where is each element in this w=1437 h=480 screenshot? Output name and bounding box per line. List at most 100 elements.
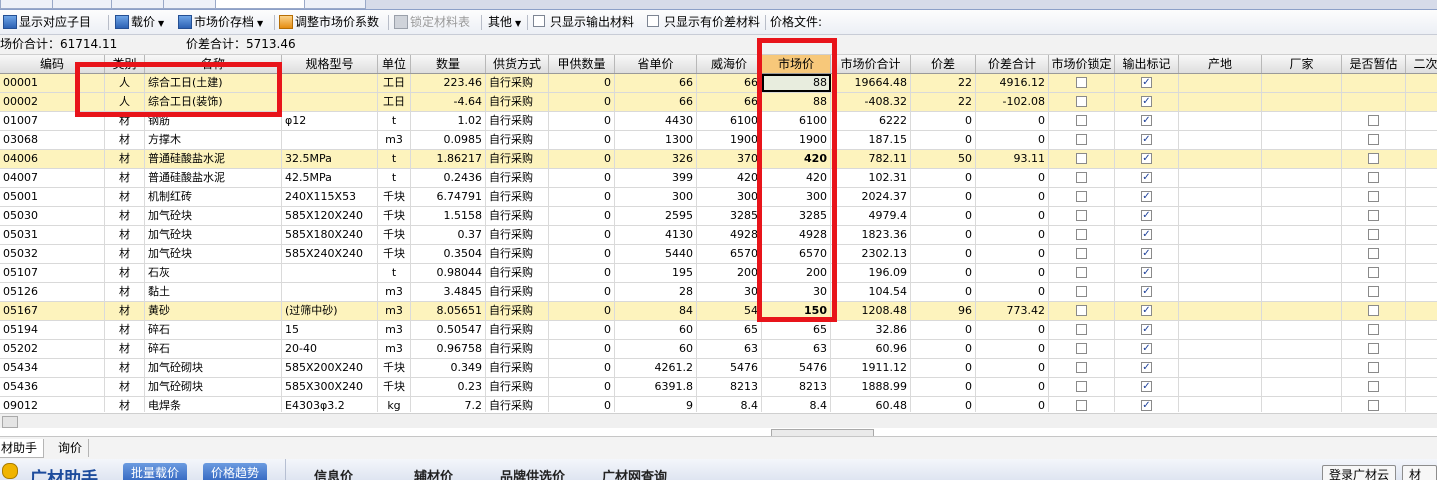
col-market-price-cell[interactable]: 63 — [762, 340, 831, 358]
table-row[interactable]: 05030 材加气砼块 585X120X240 千块 1.5158 自行采购 0 2595 32… — [0, 207, 1437, 226]
col-code-cell[interactable]: 05001 — [0, 188, 105, 206]
checkbox-icon[interactable] — [1076, 77, 1087, 88]
checked-checkbox-icon[interactable]: ✓ — [1141, 134, 1152, 145]
checkbox-icon[interactable] — [1368, 172, 1379, 183]
col-maker-cell[interactable] — [1262, 226, 1342, 244]
col-prov-price-cell[interactable]: 4430 — [615, 112, 697, 130]
checkbox-icon[interactable] — [1368, 343, 1379, 354]
col-output-cell[interactable]: ✓ — [1115, 74, 1179, 92]
checked-checkbox-icon[interactable]: ✓ — [1141, 210, 1152, 221]
col-maker-cell[interactable] — [1262, 302, 1342, 320]
col-output-cell[interactable]: ✓ — [1115, 169, 1179, 187]
col-spec-cell[interactable]: 585X180X240 — [282, 226, 378, 244]
col-lock-cell[interactable] — [1049, 264, 1115, 282]
col-diff-cell[interactable]: 0 — [911, 245, 976, 263]
col-second-cell[interactable] — [1406, 150, 1437, 168]
col-code-cell[interactable]: 01007 — [0, 112, 105, 130]
col-qty-cell[interactable]: 0.98044 — [411, 264, 486, 282]
tab-partial-4[interactable] — [163, 0, 221, 9]
col-name-cell[interactable]: 加气砼块 — [145, 226, 282, 244]
col-maker-cell[interactable] — [1262, 74, 1342, 92]
col-market-price-cell[interactable]: 8213 — [762, 378, 831, 396]
col-name-cell[interactable]: 石灰 — [145, 264, 282, 282]
col-diff-total-cell[interactable]: 0 — [976, 131, 1049, 149]
col-spec-cell[interactable] — [282, 93, 378, 111]
col-supply-cell[interactable]: 自行采购 — [486, 150, 549, 168]
checkbox-icon[interactable] — [1368, 191, 1379, 202]
col-spec-cell[interactable]: 20-40 — [282, 340, 378, 358]
col-unit-cell[interactable]: t — [378, 150, 411, 168]
col-weihai-price-cell[interactable]: 3285 — [697, 207, 762, 225]
checkbox-icon[interactable] — [1076, 362, 1087, 373]
col-output-cell[interactable]: ✓ — [1115, 378, 1179, 396]
col-lock-cell[interactable] — [1049, 321, 1115, 339]
col-lock-cell[interactable] — [1049, 397, 1115, 412]
col-diff-total-cell[interactable]: 773.42 — [976, 302, 1049, 320]
col-prov-price-cell[interactable]: 28 — [615, 283, 697, 301]
checked-checkbox-icon[interactable]: ✓ — [1141, 229, 1152, 240]
col-code-cell[interactable]: 05436 — [0, 378, 105, 396]
col-lock-cell[interactable] — [1049, 207, 1115, 225]
col-market-total-cell[interactable]: 782.11 — [831, 150, 911, 168]
col-market-price-cell[interactable]: 6100 — [762, 112, 831, 130]
col-name-cell[interactable]: 电焊条 — [145, 397, 282, 412]
col-weihai-price-cell[interactable]: 66 — [697, 74, 762, 92]
col-market-price-cell[interactable]: 3285 — [762, 207, 831, 225]
col-type-cell[interactable]: 人 — [105, 93, 145, 111]
tab-partial-2[interactable] — [52, 0, 117, 9]
checked-checkbox-icon[interactable]: ✓ — [1141, 191, 1152, 202]
col-maker-cell[interactable] — [1262, 93, 1342, 111]
col-unit-cell[interactable]: m3 — [378, 340, 411, 358]
col-origin-cell[interactable] — [1179, 359, 1262, 377]
checkbox-icon[interactable] — [1368, 362, 1379, 373]
col-market-price-cell[interactable]: 88 — [762, 74, 831, 92]
col-code-cell[interactable]: 00002 — [0, 93, 105, 111]
col-prov-price-cell[interactable]: 84 — [615, 302, 697, 320]
col-spec-cell[interactable]: 240X115X53 — [282, 188, 378, 206]
col-estimate-cell[interactable] — [1342, 397, 1406, 412]
col-prov-price-header[interactable]: 省单价 — [615, 55, 697, 73]
col-name-cell[interactable]: 碎石 — [145, 340, 282, 358]
col-origin-cell[interactable] — [1179, 112, 1262, 130]
col-type-cell[interactable]: 材 — [105, 226, 145, 244]
col-diff-header[interactable]: 价差 — [911, 55, 976, 73]
col-qty-cell[interactable]: 6.74791 — [411, 188, 486, 206]
col-unit-cell[interactable]: 工日 — [378, 93, 411, 111]
checkbox-icon[interactable] — [1368, 153, 1379, 164]
col-lock-cell[interactable] — [1049, 359, 1115, 377]
col-jia-qty-cell[interactable]: 0 — [549, 150, 615, 168]
col-lock-cell[interactable] — [1049, 245, 1115, 263]
col-diff-cell[interactable]: 50 — [911, 150, 976, 168]
checkbox-icon[interactable] — [1368, 324, 1379, 335]
col-qty-cell[interactable]: 0.96758 — [411, 340, 486, 358]
col-second-cell[interactable] — [1406, 207, 1437, 225]
tab-special-price[interactable]: 辅材价 — [414, 466, 453, 480]
material-button[interactable]: 材料 — [1402, 465, 1437, 480]
col-spec-cell[interactable]: 42.5MPa — [282, 169, 378, 187]
tab-info-price[interactable]: 信息价 — [314, 466, 353, 480]
col-market-price-cell[interactable]: 88 — [762, 93, 831, 111]
col-lock-cell[interactable] — [1049, 226, 1115, 244]
col-diff-total-cell[interactable]: -102.08 — [976, 93, 1049, 111]
checkbox-icon[interactable] — [1076, 343, 1087, 354]
checked-checkbox-icon[interactable]: ✓ — [1141, 115, 1152, 126]
col-unit-cell[interactable]: 千块 — [378, 188, 411, 206]
col-market-total-cell[interactable]: 32.86 — [831, 321, 911, 339]
col-name-cell[interactable]: 普通硅酸盐水泥 — [145, 169, 282, 187]
col-prov-price-cell[interactable]: 1300 — [615, 131, 697, 149]
col-diff-total-cell[interactable]: 4916.12 — [976, 74, 1049, 92]
col-output-cell[interactable]: ✓ — [1115, 207, 1179, 225]
col-lock-cell[interactable] — [1049, 131, 1115, 149]
col-output-cell[interactable]: ✓ — [1115, 340, 1179, 358]
col-weihai-price-cell[interactable]: 8213 — [697, 378, 762, 396]
col-qty-cell[interactable]: 0.3504 — [411, 245, 486, 263]
col-weihai-price-cell[interactable]: 300 — [697, 188, 762, 206]
col-diff-cell[interactable]: 0 — [911, 359, 976, 377]
table-row[interactable]: 09012 材电焊条 E4303φ3.2 kg 7.2 自行采购 0 9 8.4 8.4 60.48… — [0, 397, 1437, 412]
col-maker-cell[interactable] — [1262, 359, 1342, 377]
col-jia-qty-cell[interactable]: 0 — [549, 302, 615, 320]
checkbox-icon[interactable] — [1076, 172, 1087, 183]
col-market-total-cell[interactable]: 1911.12 — [831, 359, 911, 377]
col-diff-total-cell[interactable]: 0 — [976, 378, 1049, 396]
col-supply-cell[interactable]: 自行采购 — [486, 283, 549, 301]
